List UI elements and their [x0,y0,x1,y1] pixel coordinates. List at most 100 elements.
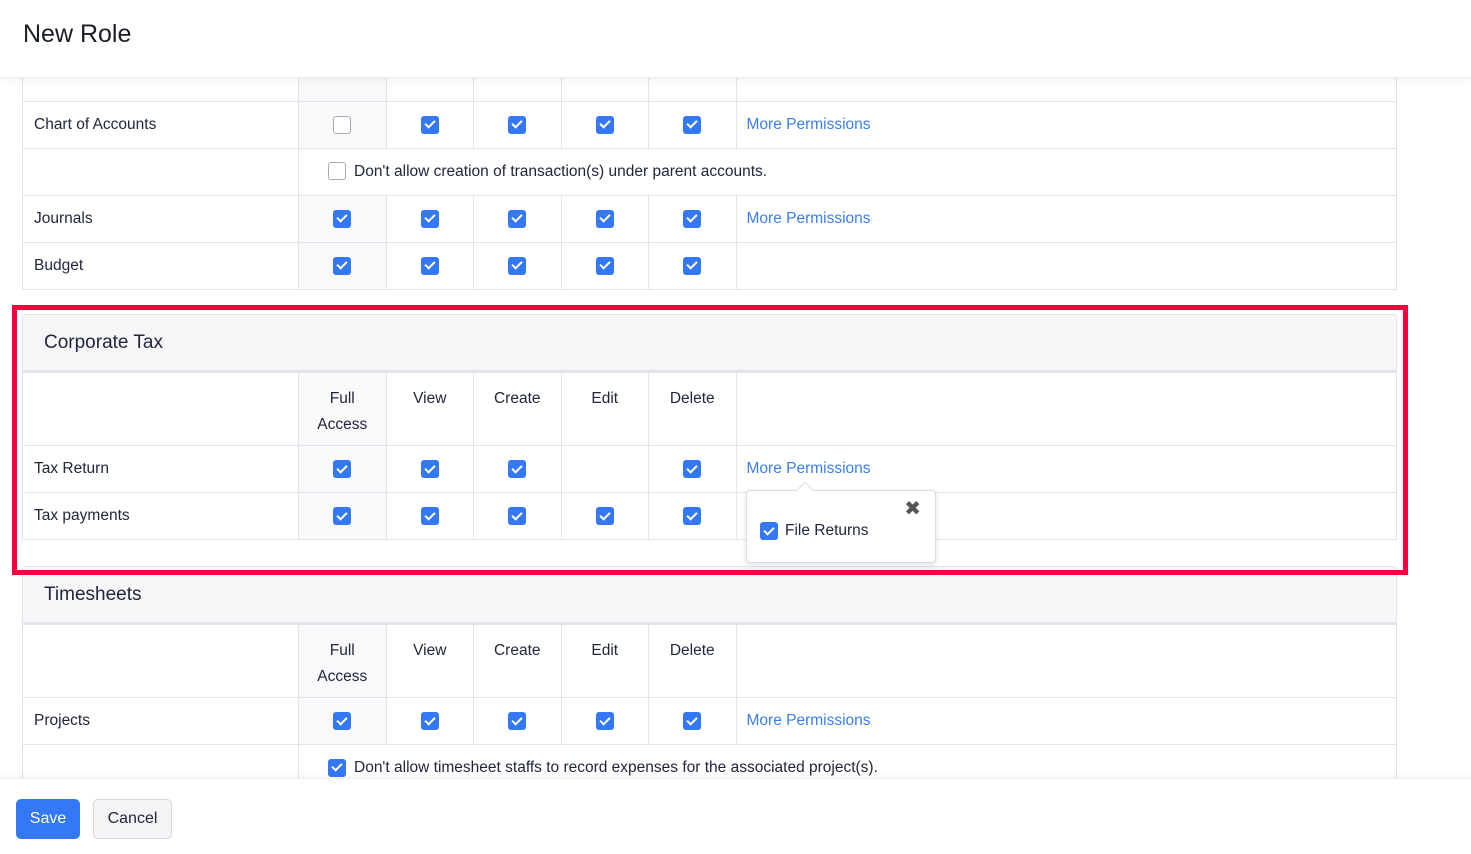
create-checkbox[interactable] [508,115,527,134]
file-returns-checkbox[interactable] [760,522,778,540]
delete-checkbox[interactable] [683,712,702,731]
save-button[interactable]: Save [16,799,80,839]
full-access-checkbox[interactable] [333,460,352,479]
column-header-full-access: Full Access [298,624,387,698]
edit-checkbox[interactable] [595,209,614,228]
option-row: Don't allow creation of transaction(s) u… [22,147,1397,196]
permission-row-tax-return: Tax Return More Permissions [22,445,1397,493]
view-checkbox[interactable] [420,507,439,526]
module-name: Budget [22,241,299,290]
cell-create [473,445,562,493]
column-header-delete: Delete [648,372,737,446]
view-checkbox[interactable] [420,209,439,228]
permission-row-journals: Journals More Permissions [22,194,1397,243]
delete-checkbox[interactable] [683,209,702,228]
cell-edit [560,697,649,745]
module-name: Journals [22,194,299,243]
option-cell: Don't allow creation of transaction(s) u… [298,147,1397,196]
page-title: New Role [23,20,132,48]
view-checkbox[interactable] [420,712,439,731]
column-header-create: Create [473,624,562,698]
full-access-checkbox[interactable] [333,209,352,228]
corporate-tax-permissions-table: Full Access View Create Edit Delete Tax Return… [22,372,1397,540]
cell-full-access [298,100,387,149]
cell-full-access [298,194,387,243]
full-access-checkbox[interactable] [333,507,352,526]
cell-view [385,100,474,149]
permission-row-budget: Budget [22,241,1397,290]
create-checkbox[interactable] [508,256,527,275]
delete-checkbox[interactable] [683,507,702,526]
option-checkbox[interactable] [328,162,346,181]
option-don-t-allow-timesheet-staffs-to-record-e[interactable]: Don't allow timesheet staffs to record e… [328,758,878,777]
delete-checkbox[interactable] [683,256,702,275]
cell-delete [648,697,737,745]
more-cell [735,241,1397,290]
cell-delete [648,194,737,243]
cell-edit [560,241,649,290]
cell-create [473,241,562,290]
option-checkbox[interactable] [328,758,346,777]
module-name: Tax payments [22,492,299,540]
cell-edit [560,100,649,149]
more-cell: More Permissions [735,445,1397,493]
cell-full-access [298,697,387,745]
edit-checkbox[interactable] [595,256,614,275]
full-access-checkbox[interactable] [333,256,352,275]
create-checkbox[interactable] [508,209,527,228]
cell-delete [648,241,737,290]
more-permissions-link[interactable]: More Permissions [747,210,871,227]
edit-checkbox[interactable] [595,712,614,731]
delete-checkbox[interactable] [683,460,702,479]
cell-full-access [298,241,387,290]
column-header-edit: Edit [560,372,649,446]
cell-delete [648,492,737,540]
column-header-extra [735,372,1397,446]
section-title-corporate-tax: Corporate Tax [22,314,1397,372]
column-header-text: View [413,390,447,407]
column-header-row: Full Access View Create Edit Delete [22,624,1397,698]
full-access-checkbox[interactable] [333,115,352,134]
column-header-row: Full Access View Create Edit Delete [22,372,1397,446]
column-header-text: Delete [669,642,715,659]
cell-edit [560,492,649,540]
cell-create [473,492,562,540]
cell-delete [648,445,737,493]
popover-item-file-returns[interactable]: File Returns [760,522,869,540]
full-access-checkbox[interactable] [333,712,352,731]
option-label: Don't allow timesheet staffs to record e… [354,759,878,777]
edit-checkbox[interactable] [595,507,614,526]
column-header-delete: Delete [648,624,737,698]
create-checkbox[interactable] [508,507,527,526]
more-cell: More Permissions [735,697,1397,745]
delete-checkbox[interactable] [683,115,702,134]
more-cell: More Permissions [735,100,1397,149]
column-header-text: View [413,642,447,659]
form-footer: Save Cancel [0,778,1471,854]
create-checkbox[interactable] [508,712,527,731]
module-name: Tax Return [22,445,299,493]
cell-view [385,445,474,493]
column-header-text: Create [493,642,541,659]
cancel-button[interactable]: Cancel [93,799,172,839]
more-permissions-link[interactable]: More Permissions [747,116,871,133]
more-permissions-link[interactable]: More Permissions [747,460,871,477]
column-header-edit: Edit [560,624,649,698]
edit-checkbox[interactable] [595,115,614,134]
view-checkbox[interactable] [420,115,439,134]
option-row-blank [22,147,299,196]
option-don-t-allow-creation-of-transaction-s-un[interactable]: Don't allow creation of transaction(s) u… [328,162,767,181]
permission-row-tax-payments: Tax payments [22,492,1397,540]
create-checkbox[interactable] [508,460,527,479]
more-permissions-link[interactable]: More Permissions [747,712,871,729]
role-permissions-content: Access Chart of Accounts More Permissions… [0,0,1471,854]
view-checkbox[interactable] [420,256,439,275]
column-header-text: Edit [591,642,619,659]
view-checkbox[interactable] [420,460,439,479]
close-icon[interactable]: ✖ [904,499,921,519]
page-header: New Role [0,0,1471,78]
cell-view [385,492,474,540]
column-header-full-access: Full Access [298,372,387,446]
module-name: Projects [22,697,299,745]
cell-create [473,697,562,745]
